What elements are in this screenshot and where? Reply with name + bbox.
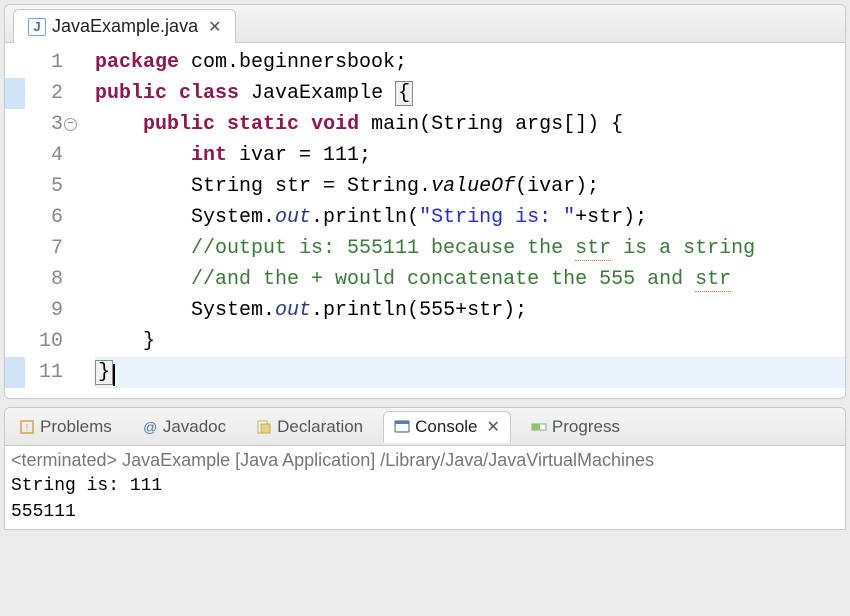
close-icon[interactable]: ✕: [487, 417, 500, 437]
javadoc-icon: @: [142, 419, 158, 435]
java-file-icon: J: [28, 18, 46, 36]
svg-text:!: !: [26, 423, 29, 434]
tab-label: Declaration: [277, 417, 363, 437]
tab-label: Javadoc: [163, 417, 226, 437]
line-numbers: 1 2 3− 4 5 6 7 8 9 10 11: [25, 47, 73, 388]
tab-label: Console: [415, 417, 477, 437]
console-status: <terminated> JavaExample [Java Applicati…: [11, 450, 839, 471]
code-line: String str = String.valueOf(ivar);: [95, 171, 845, 202]
svg-text:@: @: [143, 419, 157, 435]
editor-pane: J JavaExample.java ✕ 1 2 3− 4 5 6 7: [4, 4, 846, 399]
code-editor[interactable]: 1 2 3− 4 5 6 7 8 9 10 11 package com.beg…: [5, 43, 845, 398]
code-line: package com.beginnersbook;: [95, 47, 845, 78]
bottom-pane: ! Problems @ Javadoc Declaration Console…: [4, 407, 846, 530]
tab-javadoc[interactable]: @ Javadoc: [132, 412, 236, 442]
view-tabs: ! Problems @ Javadoc Declaration Console…: [5, 408, 845, 446]
console-body: <terminated> JavaExample [Java Applicati…: [5, 446, 845, 529]
editor-tabs: J JavaExample.java ✕: [5, 5, 845, 43]
code-line: }: [95, 326, 845, 357]
code-line: public static void main(String args[]) {: [95, 109, 845, 140]
code-line: //and the + would concatenate the 555 an…: [95, 264, 845, 295]
matched-brace: }: [95, 360, 113, 385]
problems-icon: !: [19, 419, 35, 435]
declaration-icon: [256, 419, 272, 435]
code-line: int ivar = 111;: [95, 140, 845, 171]
progress-icon: [531, 419, 547, 435]
code-line: public class JavaExample {: [95, 78, 845, 109]
console-icon: [394, 419, 410, 435]
close-icon[interactable]: ✕: [208, 17, 221, 37]
text-cursor: [113, 364, 115, 386]
tab-declaration[interactable]: Declaration: [246, 412, 373, 442]
tab-label: Problems: [40, 417, 112, 437]
gutter-margin: [5, 47, 25, 388]
matched-brace: {: [395, 81, 413, 106]
console-output[interactable]: String is: 111 555111: [11, 473, 839, 525]
code-line: System.out.println("String is: "+str);: [95, 202, 845, 233]
code-line: System.out.println(555+str);: [95, 295, 845, 326]
file-tab[interactable]: J JavaExample.java ✕: [13, 9, 236, 43]
file-tab-label: JavaExample.java: [52, 16, 198, 37]
code-lines[interactable]: package com.beginnersbook; public class …: [73, 47, 845, 388]
code-line: //output is: 555111 because the str is a…: [95, 233, 845, 264]
tab-progress[interactable]: Progress: [521, 412, 630, 442]
tab-problems[interactable]: ! Problems: [9, 412, 122, 442]
tab-label: Progress: [552, 417, 620, 437]
tab-console[interactable]: Console ✕: [383, 411, 511, 443]
fold-toggle-icon[interactable]: −: [64, 118, 77, 131]
code-line: }: [95, 357, 845, 388]
